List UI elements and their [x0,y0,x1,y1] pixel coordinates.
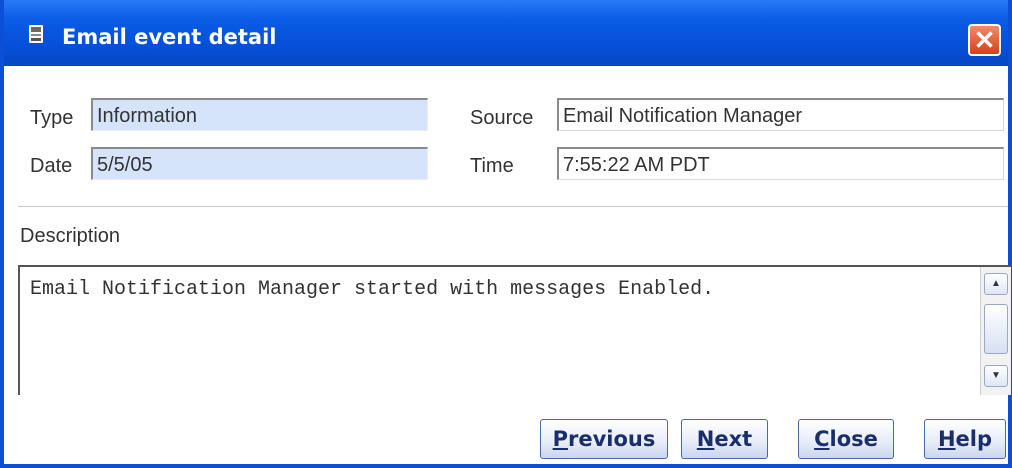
type-label: Type [30,107,74,129]
scroll-down-icon[interactable]: ▼ [984,365,1008,387]
help-button[interactable]: Help [924,419,1006,459]
scroll-up-icon[interactable]: ▲ [984,273,1008,295]
email-event-detail-dialog: Email event detail ✕ Type Information Da… [0,0,1012,468]
time-field[interactable]: 7:55:22 AM PDT [557,147,1004,180]
close-button[interactable]: Close [798,419,894,459]
previous-button[interactable]: Previous [540,419,668,459]
date-label: Date [30,155,73,177]
type-field[interactable]: Information [91,98,428,131]
description-text: Email Notification Manager started with … [30,278,715,301]
close-icon[interactable]: ✕ [968,24,1001,56]
next-button[interactable]: Next [681,419,768,459]
title-bar[interactable]: Email event detail ✕ [4,0,1008,66]
description-label: Description [20,225,121,247]
date-field[interactable]: 5/5/05 [91,147,428,180]
description-textarea[interactable]: Email Notification Manager started with … [18,265,1011,395]
source-label: Source [470,107,534,129]
window-title: Email event detail [62,25,277,49]
scroll-thumb[interactable] [984,304,1008,354]
event-fields-panel [18,77,1008,207]
app-icon [29,25,43,43]
source-field[interactable]: Email Notification Manager [557,98,1004,131]
time-label: Time [470,155,514,177]
vertical-scrollbar[interactable]: ▲ ▼ [980,267,1011,395]
